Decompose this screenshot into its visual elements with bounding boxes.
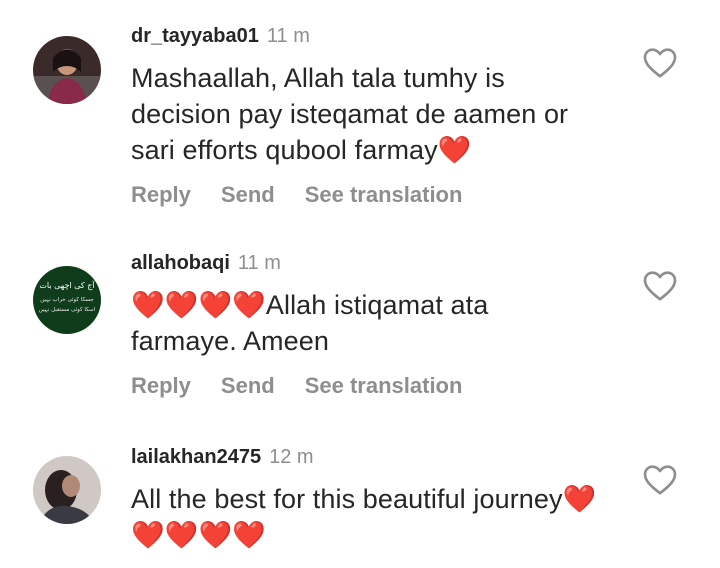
heart-outline-icon [643,271,677,301]
timestamp: 11 m [266,25,310,47]
heart-emoji: ❤️ [131,520,165,550]
avatar-text-line: جسکا کوئی خراب نہیں [40,296,94,303]
avatar[interactable] [33,456,101,524]
avatar[interactable]: آج کی اچھی بات جسکا کوئی خراب نہیں اسکا … [33,266,101,334]
heart-emoji: ❤️ [164,520,199,550]
username[interactable]: dr_tayyaba01 [131,25,259,47]
username[interactable]: lailakhan2475 [131,446,261,468]
avatar-text-line: آج کی اچھی بات [39,280,95,290]
heart-emoji: ❤️ [232,290,266,320]
reply-button[interactable]: Reply [131,182,191,207]
send-button[interactable]: Send [221,373,275,398]
heart-emoji: ❤️ [198,290,233,320]
heart-emoji: ❤️ [198,520,233,550]
comment-text: Mashaallah, Allah tala tumhy is decision… [131,63,569,165]
avatar-photo: آج کی اچھی بات جسکا کوئی خراب نہیں اسکا … [33,266,101,334]
see-translation-button[interactable]: See translation [305,182,463,207]
heart-outline-icon [643,465,677,495]
timestamp: 11 m [237,252,281,274]
like-button[interactable] [640,459,680,499]
send-button[interactable]: Send [221,182,275,207]
reply-button[interactable]: Reply [131,373,191,398]
like-button[interactable] [640,265,680,305]
avatar-photo [33,36,101,104]
heart-emoji: ❤️ [562,484,597,514]
heart-emoji: ❤️ [164,290,199,320]
comment-text: All the best for this beautiful journey❤… [131,484,597,550]
like-button[interactable] [640,42,680,82]
heart-outline-icon [643,48,677,78]
comment-text: ❤️❤️❤️❤️Allah istiqamat ata farmaye. Ame… [131,290,489,356]
avatar-photo [33,456,101,524]
timestamp: 12 m [269,446,314,468]
see-translation-button[interactable]: See translation [305,373,463,398]
heart-emoji: ❤️ [232,520,266,550]
heart-emoji: ❤️ [437,135,472,165]
heart-emoji: ❤️ [131,290,165,320]
avatar-text-line: اسکا کوئی مستقبل نہیں [39,306,96,313]
username[interactable]: allahobaqi [131,252,230,274]
avatar[interactable] [33,36,101,104]
